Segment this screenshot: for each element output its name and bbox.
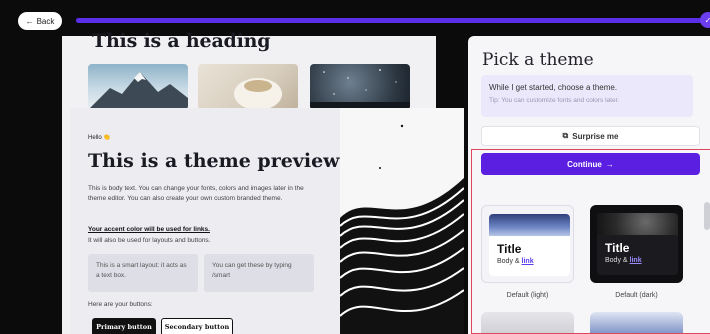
back-button[interactable]: ← Back <box>18 12 62 30</box>
intro-text: While I get started, choose a theme. <box>489 83 618 92</box>
preview-body-text: This is body text. You can change your f… <box>88 185 304 202</box>
preview-secondary-button: Secondary button <box>161 318 233 334</box>
surprise-label: Surprise me <box>572 131 619 141</box>
intro-tip: Tip: You can customize fonts and colors … <box>489 97 620 104</box>
accent-link: Your accent color will be used for links… <box>88 226 210 233</box>
wave-artwork <box>340 108 464 334</box>
preview-heading: This is a heading <box>92 30 271 52</box>
selection-highlight <box>471 149 710 334</box>
night-sky-image <box>310 64 410 110</box>
panel-title: Pick a theme <box>482 50 594 70</box>
progress-bar <box>76 18 710 23</box>
surprise-me-button[interactable]: ⧉ Surprise me <box>481 126 700 146</box>
cup-image <box>198 64 298 110</box>
hello-text: Hello 👏 <box>88 135 111 141</box>
smart-layout-box-2: You can get these by typing /smart <box>204 254 314 292</box>
mountain-image <box>88 64 188 110</box>
chevron-down-icon[interactable]: ✓ <box>700 12 710 28</box>
back-label: Back <box>36 16 55 26</box>
shuffle-icon: ⧉ <box>562 131 569 140</box>
preview-primary-button: Primary button <box>92 318 156 334</box>
buttons-label: Here are your buttons: <box>88 301 153 308</box>
progress-fill <box>76 18 710 23</box>
preview-title: This is a theme preview <box>88 150 340 172</box>
smart-layout-box-1: This is a smart layout: it acts as a tex… <box>88 254 198 292</box>
theme-picker-screen: ← Back ✓ This is a heading Hello 👏 This … <box>0 0 710 334</box>
intro-box: While I get started, choose a theme. Tip… <box>481 75 693 117</box>
accent-subtext: It will also be used for layouts and but… <box>88 237 211 244</box>
arrow-left-icon: ← <box>25 16 34 26</box>
